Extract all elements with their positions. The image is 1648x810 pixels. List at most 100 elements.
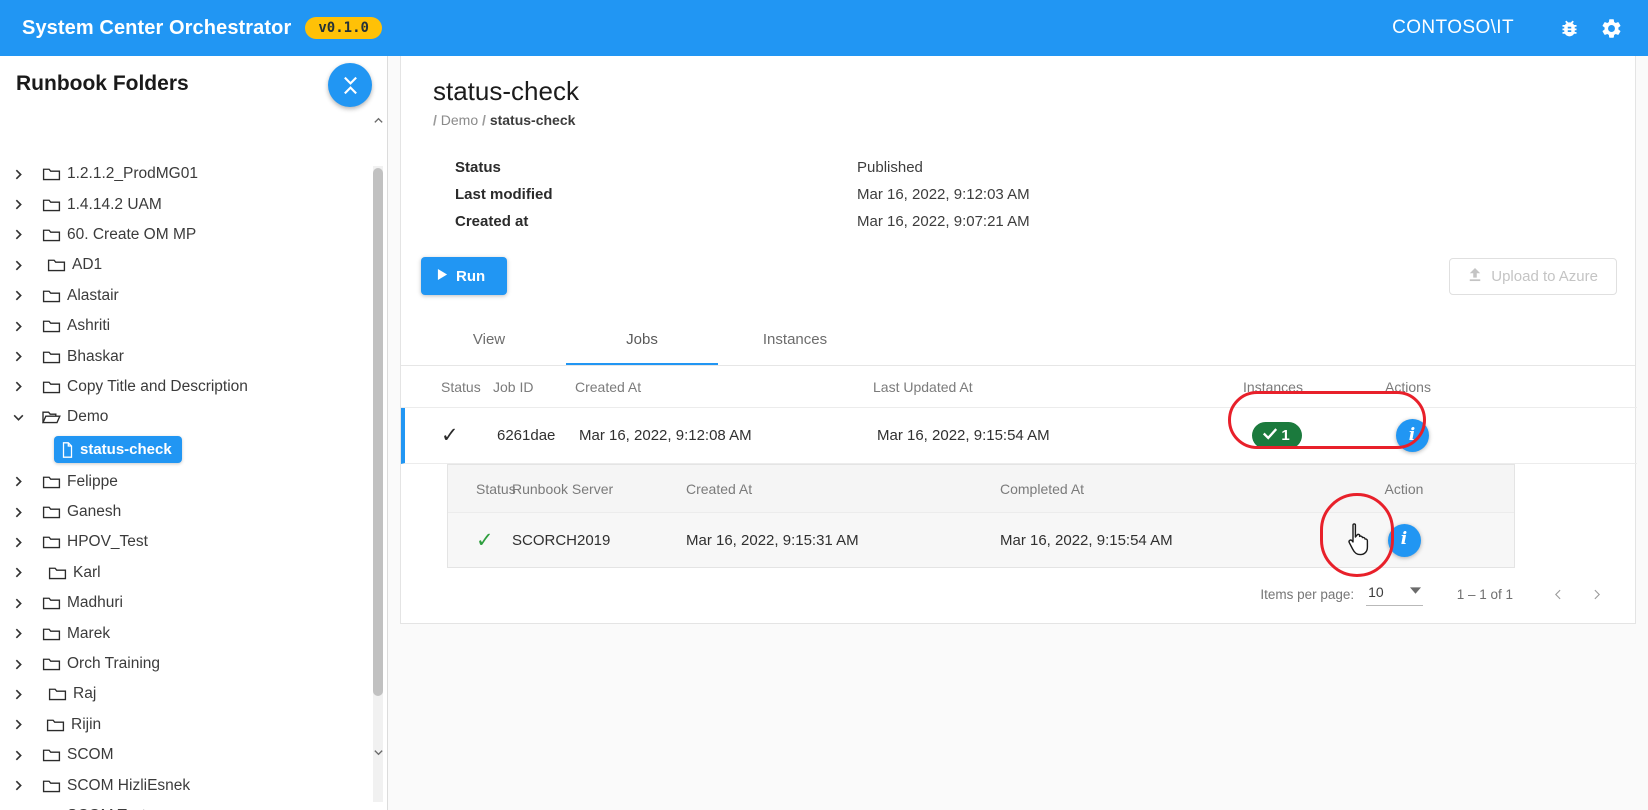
items-per-page-select[interactable]: 10 (1366, 582, 1423, 606)
tab-view[interactable]: View (413, 315, 565, 365)
chevron-right-icon[interactable] (12, 289, 38, 302)
app-title: System Center Orchestrator (22, 17, 291, 40)
chevron-right-icon[interactable] (12, 536, 38, 549)
breadcrumb-item-demo[interactable]: Demo (441, 112, 478, 128)
column-header-actions: Actions (1343, 379, 1473, 395)
chevron-right-icon[interactable] (12, 627, 38, 640)
info-icon[interactable]: i (1396, 419, 1429, 452)
folder-icon (38, 595, 64, 611)
sidebar-item-hpov-test[interactable]: HPOV_Test (0, 527, 388, 557)
folder-icon (38, 534, 64, 550)
folder-icon (38, 747, 64, 763)
chevron-right-icon[interactable] (12, 658, 38, 671)
chevron-down-icon[interactable] (12, 411, 38, 424)
runbook-folder-tree[interactable]: 1.2.1.2_ProdMG01 1.4.14.2 UAM 60. Create… (0, 159, 388, 810)
instances-table: Status Runbook Server Created At Complet… (447, 464, 1515, 568)
jobs-table: Status Job ID Created At Last Updated At… (401, 366, 1637, 464)
chevron-right-icon[interactable] (12, 380, 38, 393)
chevron-right-icon[interactable] (12, 597, 38, 610)
column-header-job-id: Job ID (493, 379, 575, 395)
job-status-check-icon: ✓ (405, 425, 497, 446)
table-row[interactable]: ✓ 6261dae Mar 16, 2022, 9:12:08 AM Mar 1… (401, 408, 1637, 464)
chevron-right-icon[interactable] (12, 688, 38, 701)
sidebar-item-label: AD1 (72, 256, 102, 274)
tab-jobs[interactable]: Jobs (566, 315, 718, 365)
tab-instances[interactable]: Instances (719, 315, 871, 365)
info-icon[interactable]: i (1388, 524, 1421, 557)
chevron-right-icon[interactable] (12, 749, 38, 762)
sidebar-item-alastair[interactable]: Alastair (0, 281, 388, 311)
sidebar-item-marek[interactable]: Marek (0, 618, 388, 648)
sidebar-item-rijin[interactable]: Rijin (0, 710, 388, 740)
job-instances-cell: 1 (1207, 422, 1347, 449)
chevron-right-icon[interactable] (12, 198, 38, 211)
chevron-right-icon[interactable] (12, 350, 38, 363)
sidebar-item-ganesh[interactable]: Ganesh (0, 497, 388, 527)
sidebar-item-label: Demo (67, 408, 108, 426)
sidebar-item-60-create-om-mp[interactable]: 60. Create OM MP (0, 220, 388, 250)
jobs-table-header: Status Job ID Created At Last Updated At… (401, 366, 1637, 408)
collapse-expand-all-button[interactable] (328, 63, 372, 107)
metadata-row-last-modified: Last modified Mar 16, 2022, 9:12:03 AM (455, 181, 1635, 208)
chevron-right-icon[interactable] (12, 718, 38, 731)
chevron-right-icon[interactable] (12, 475, 38, 488)
chevron-right-icon[interactable] (12, 259, 38, 272)
previous-page-button[interactable] (1539, 575, 1577, 613)
sidebar-item-1-4-14-2-uam[interactable]: 1.4.14.2 UAM (0, 189, 388, 219)
next-page-button[interactable] (1577, 575, 1615, 613)
folder-icon (38, 288, 64, 304)
run-button[interactable]: Run (421, 257, 507, 295)
check-icon (1262, 427, 1278, 444)
sidebar-item-bhaskar[interactable]: Bhaskar (0, 341, 388, 371)
folder-icon (44, 686, 70, 702)
table-row[interactable]: ✓ SCORCH2019 Mar 16, 2022, 9:15:31 AM Ma… (448, 513, 1514, 567)
scroll-up-icon[interactable] (372, 114, 384, 126)
sidebar-item-label: status-check (80, 441, 172, 458)
sidebar-item-scom[interactable]: SCOM (0, 740, 388, 770)
sidebar-item-ad1[interactable]: AD1 (0, 250, 388, 280)
bug-icon[interactable] (1554, 13, 1584, 43)
upload-to-azure-button[interactable]: Upload to Azure (1449, 258, 1617, 295)
column-header-runbook-server: Runbook Server (512, 481, 686, 497)
breadcrumb-separator-1: / (433, 112, 437, 128)
sidebar-item-karl[interactable]: Karl (0, 558, 388, 588)
breadcrumb-item-current: status-check (490, 112, 576, 128)
folder-icon (38, 166, 64, 182)
sidebar-item-scom-hizliesnek[interactable]: SCOM HizliEsnek (0, 770, 388, 800)
sidebar-item-felippe[interactable]: Felippe (0, 467, 388, 497)
instances-count-badge[interactable]: 1 (1252, 422, 1301, 449)
column-header-instances: Instances (1203, 379, 1343, 395)
gear-icon[interactable] (1596, 13, 1626, 43)
chevron-right-icon[interactable] (12, 228, 38, 241)
sidebar-item-raj[interactable]: Raj (0, 679, 388, 709)
sidebar-item-label: Bhaskar (67, 348, 124, 366)
metadata-value: Mar 16, 2022, 9:07:21 AM (857, 213, 1030, 230)
chevron-right-icon[interactable] (12, 506, 38, 519)
metadata-key: Status (455, 159, 857, 176)
folder-icon (38, 197, 64, 213)
chevron-right-icon[interactable] (12, 320, 38, 333)
sidebar-scrollbar-thumb[interactable] (373, 168, 383, 696)
selected-runbook-pill[interactable]: status-check (54, 436, 182, 463)
scroll-down-icon[interactable] (372, 746, 384, 758)
sidebar-item-demo[interactable]: Demo (0, 402, 388, 432)
instance-runbook-server-cell: SCORCH2019 (512, 532, 686, 549)
metadata-row-status: Status Published (455, 154, 1635, 181)
sidebar-item-copy-title-and-description[interactable]: Copy Title and Description (0, 372, 388, 402)
job-last-updated-at-cell: Mar 16, 2022, 9:15:54 AM (877, 427, 1207, 444)
sidebar-item-status-check[interactable]: status-check (0, 433, 388, 467)
sidebar-item-scom-test[interactable]: SCOM Test (0, 801, 388, 810)
metadata-row-created-at: Created at Mar 16, 2022, 9:07:21 AM (455, 208, 1635, 235)
metadata-key: Last modified (455, 186, 857, 203)
chevron-right-icon[interactable] (12, 779, 38, 792)
chevron-right-icon[interactable] (12, 168, 38, 181)
chevron-right-icon[interactable] (12, 566, 38, 579)
column-header-status: Status (448, 481, 512, 497)
sidebar-item-ashriti[interactable]: Ashriti (0, 311, 388, 341)
sidebar-item-orch-training[interactable]: Orch Training (0, 649, 388, 679)
sidebar-item-label: Felippe (67, 473, 118, 491)
sidebar-item-1-2-1-2-prodmg01[interactable]: 1.2.1.2_ProdMG01 (0, 159, 388, 189)
page-range-label: 1 – 1 of 1 (1457, 587, 1513, 602)
folder-icon (38, 626, 64, 642)
sidebar-item-madhuri[interactable]: Madhuri (0, 588, 388, 618)
